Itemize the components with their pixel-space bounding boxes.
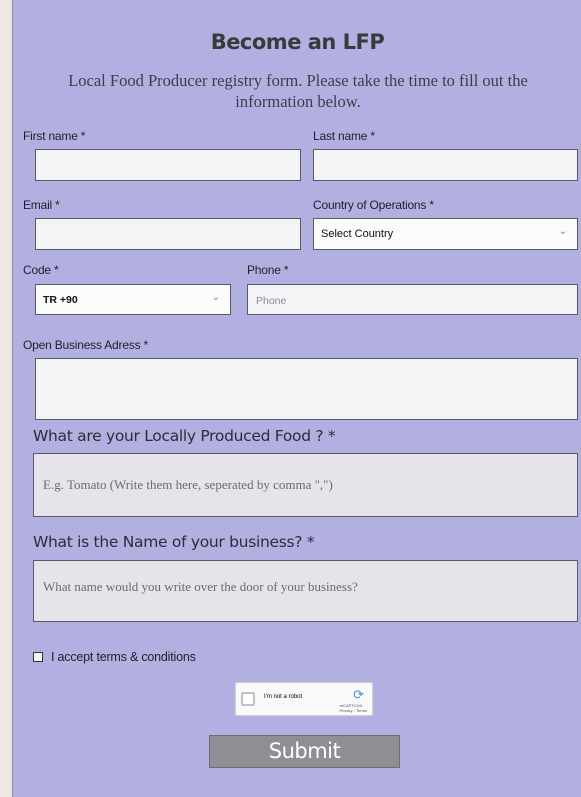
last-name-field[interactable] xyxy=(313,149,578,181)
recaptcha-links[interactable]: Privacy - Terms xyxy=(340,708,367,713)
address-label: Open Business Adress * xyxy=(23,338,149,352)
country-select-value: Select Country xyxy=(321,228,394,240)
recaptcha-logo-icon: ⟳ xyxy=(353,687,364,702)
form-panel: Become an LFP Local Food Producer regist… xyxy=(12,0,581,797)
code-select[interactable]: TR +90 ⌄ xyxy=(35,284,231,315)
address-field[interactable] xyxy=(35,358,578,420)
business-name-textarea[interactable]: What name would you write over the door … xyxy=(33,560,578,622)
first-name-label: First name * xyxy=(23,129,86,143)
recaptcha-checkbox[interactable] xyxy=(241,692,255,706)
code-select-value: TR +90 xyxy=(43,294,78,306)
recaptcha-brand: reCAPTCHA Privacy - Terms xyxy=(339,703,367,713)
country-label: Country of Operations * xyxy=(313,198,434,212)
business-question-label: What is the Name of your business? * xyxy=(33,533,315,551)
food-question-label: What are your Locally Produced Food ? * xyxy=(33,427,336,445)
email-label: Email * xyxy=(23,198,60,212)
chevron-down-icon: ⌄ xyxy=(211,292,220,303)
phone-label: Phone * xyxy=(247,263,289,277)
chevron-down-icon: ⌄ xyxy=(558,226,567,237)
page-title: Become an LFP xyxy=(210,30,385,54)
business-placeholder: What name would you write over the door … xyxy=(43,579,358,594)
food-placeholder: E.g. Tomato (Write them here, seperated … xyxy=(43,477,333,492)
recaptcha-label: I'm not a robot xyxy=(264,694,303,700)
terms-label[interactable]: I accept terms & conditions xyxy=(51,650,196,664)
country-select[interactable]: Select Country ⌄ xyxy=(313,218,578,250)
email-field[interactable] xyxy=(35,218,301,250)
phone-field[interactable]: Phone xyxy=(247,284,578,315)
code-label: Code * xyxy=(23,263,59,277)
terms-checkbox[interactable] xyxy=(33,652,43,662)
first-name-field[interactable] xyxy=(35,149,301,181)
submit-button[interactable]: Submit xyxy=(209,735,400,768)
recaptcha-widget: I'm not a robot ⟳ reCAPTCHA Privacy - Ter… xyxy=(235,682,373,716)
food-textarea[interactable]: E.g. Tomato (Write them here, seperated … xyxy=(33,453,578,517)
last-name-label: Last name * xyxy=(313,129,375,143)
phone-placeholder: Phone xyxy=(256,295,287,307)
page-subtitle: Local Food Producer registry form. Pleas… xyxy=(68,71,528,111)
